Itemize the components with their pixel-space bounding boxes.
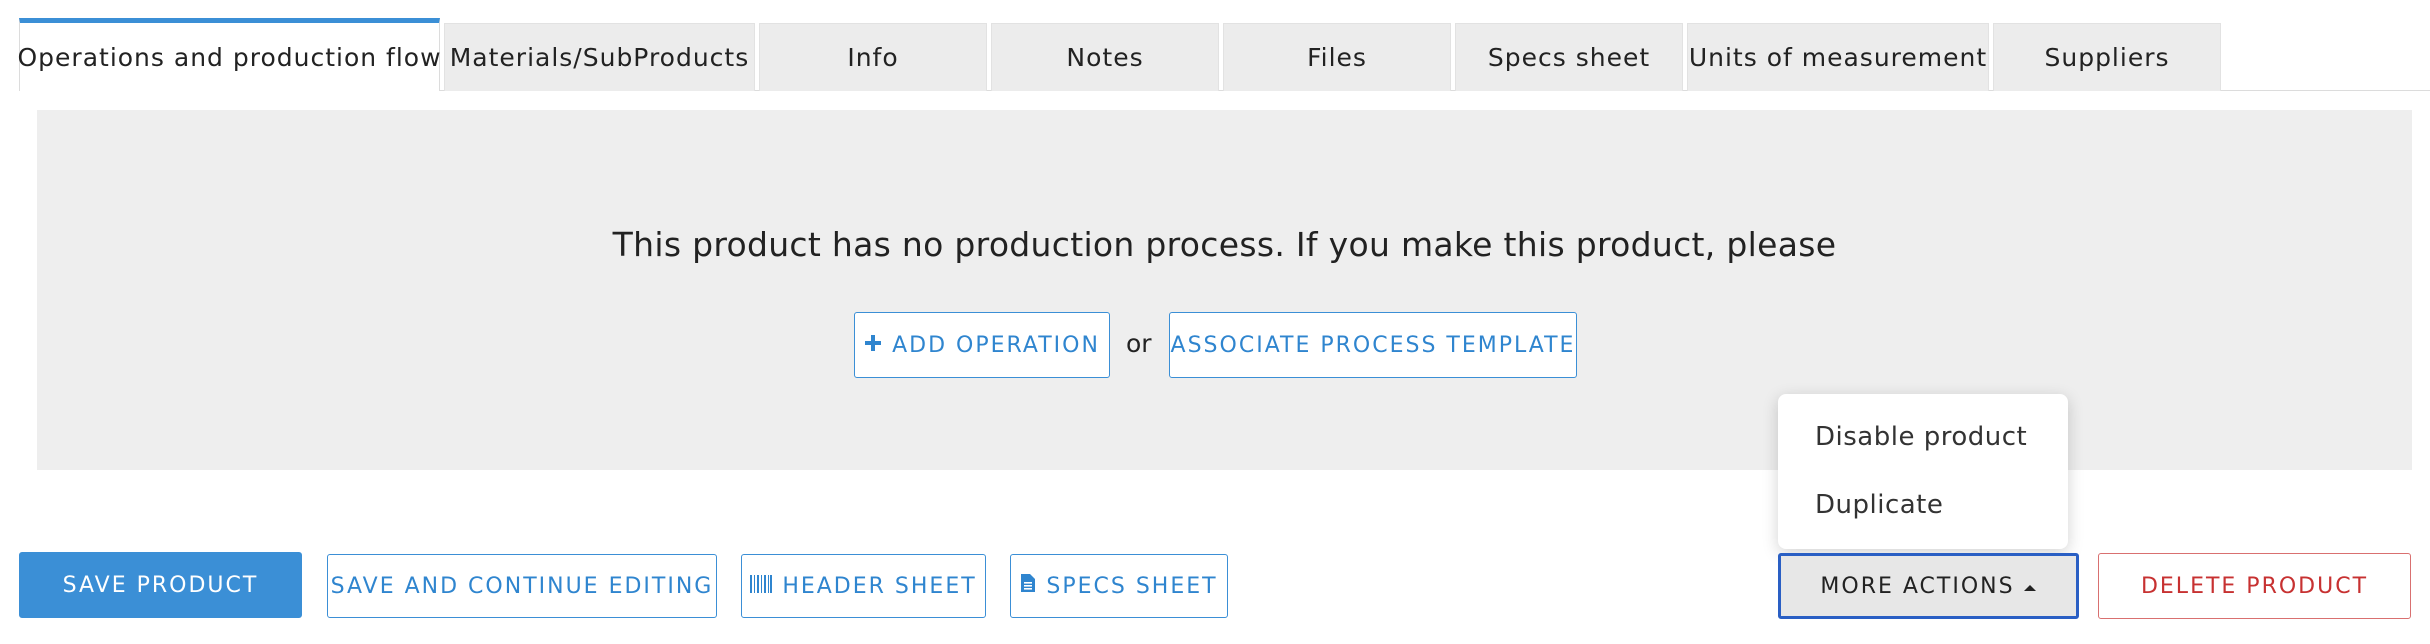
tab-units[interactable]: Units of measurement	[1687, 23, 1989, 91]
tab-suppliers[interactable]: Suppliers	[1993, 23, 2221, 91]
tab-info[interactable]: Info	[759, 23, 987, 91]
tab-files[interactable]: Files	[1223, 23, 1451, 91]
caret-up-icon	[2023, 574, 2037, 599]
plus-icon	[864, 333, 882, 358]
associate-template-button[interactable]: ASSOCIATE PROCESS TEMPLATE	[1169, 312, 1577, 378]
save-product-button[interactable]: SAVE PRODUCT	[19, 552, 302, 618]
associate-template-label: ASSOCIATE PROCESS TEMPLATE	[1170, 332, 1576, 358]
header-sheet-button[interactable]: HEADER SHEET	[741, 554, 986, 618]
empty-state-message: This product has no production process. …	[612, 225, 1837, 264]
menu-item-duplicate[interactable]: Duplicate	[1815, 490, 1943, 520]
tab-specs-sheet[interactable]: Specs sheet	[1455, 23, 1683, 91]
more-actions-button[interactable]: MORE ACTIONS	[1778, 553, 2079, 619]
tab-notes[interactable]: Notes	[991, 23, 1219, 91]
menu-item-disable-product[interactable]: Disable product	[1815, 422, 2027, 452]
barcode-icon	[750, 574, 773, 599]
specs-sheet-button[interactable]: SPECS SHEET	[1010, 554, 1228, 618]
header-sheet-label: HEADER SHEET	[782, 573, 977, 599]
tab-operations[interactable]: Operations and production flow	[17, 18, 441, 91]
file-icon	[1020, 573, 1036, 599]
tab-bar: Operations and production flow Materials…	[17, 18, 2221, 91]
delete-product-button[interactable]: DELETE PRODUCT	[2098, 553, 2411, 619]
tab-materials[interactable]: Materials/SubProducts	[444, 23, 755, 91]
add-operation-label: ADD OPERATION	[892, 332, 1100, 358]
or-separator: or	[1126, 329, 1152, 358]
add-operation-button[interactable]: ADD OPERATION	[854, 312, 1110, 378]
more-actions-label: MORE ACTIONS	[1820, 573, 2015, 599]
more-actions-menu: Disable product Duplicate	[1778, 394, 2068, 549]
save-and-continue-button[interactable]: SAVE AND CONTINUE EDITING	[327, 554, 717, 618]
specs-sheet-label: SPECS SHEET	[1046, 573, 1218, 599]
